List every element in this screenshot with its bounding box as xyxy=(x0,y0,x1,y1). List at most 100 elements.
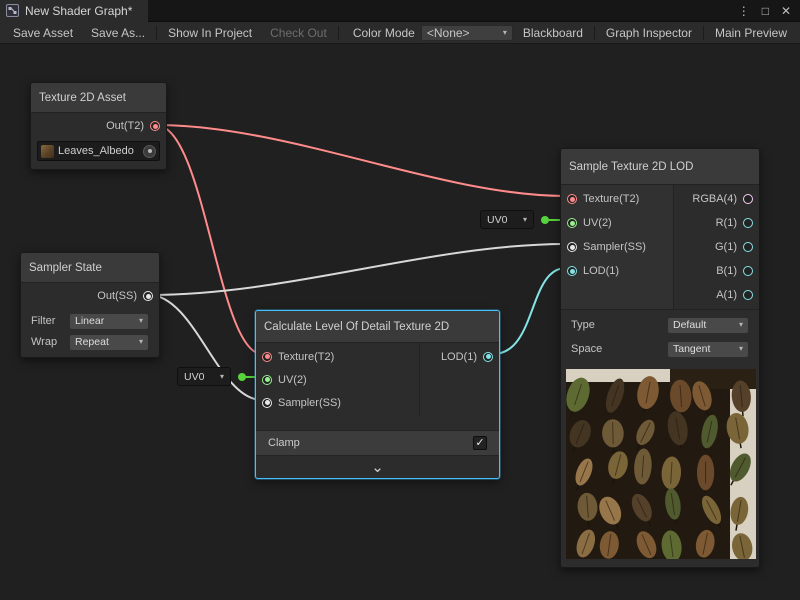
filter-value: Linear xyxy=(75,315,104,327)
port-in-sampler[interactable] xyxy=(567,242,577,252)
close-icon[interactable]: ✕ xyxy=(781,4,791,18)
port-row-rgba: RGBA(4) xyxy=(674,187,759,211)
toolbar: Save Asset Save As... Show In Project Ch… xyxy=(0,22,800,44)
node-texture2d-asset[interactable]: Texture 2D Asset Out(T2) Leaves_Albedo xyxy=(30,82,167,170)
port-row-texture: Texture(T2) xyxy=(256,345,419,368)
port-row-out-ss: Out(SS) xyxy=(21,283,159,309)
port-out-g[interactable] xyxy=(743,242,753,252)
type-row: Type Default ▾ xyxy=(561,313,759,337)
main-preview-button[interactable]: Main Preview xyxy=(706,22,796,44)
chevron-down-icon: ▾ xyxy=(220,373,224,381)
chevron-down-icon: ▾ xyxy=(139,317,143,325)
collapse-button[interactable]: ⌄ xyxy=(256,456,499,478)
port-label: Sampler(SS) xyxy=(583,241,646,253)
node-title: Sampler State xyxy=(21,253,159,283)
titlebar: New Shader Graph* ⋮ □ ✕ xyxy=(0,0,800,22)
wrap-dropdown[interactable]: Repeat ▾ xyxy=(69,334,149,351)
port-label: A(1) xyxy=(716,289,737,301)
chevron-down-icon: ▾ xyxy=(139,338,143,346)
space-label: Space xyxy=(571,343,667,355)
wire-texture-to-sample-node[interactable] xyxy=(156,125,566,196)
port-label: B(1) xyxy=(716,265,737,277)
graph-canvas[interactable]: Texture 2D Asset Out(T2) Leaves_Albedo S… xyxy=(0,44,800,600)
object-picker-icon[interactable] xyxy=(143,145,156,158)
wire-lod-to-sample-node[interactable] xyxy=(493,268,566,354)
port-row-b: B(1) xyxy=(674,259,759,283)
show-in-project-button[interactable]: Show In Project xyxy=(159,22,261,44)
node-preview xyxy=(566,369,756,559)
port-in-texture[interactable] xyxy=(567,194,577,204)
port-in-texture[interactable] xyxy=(262,352,272,362)
uv-default-connector xyxy=(541,216,549,224)
port-in-lod[interactable] xyxy=(567,266,577,276)
port-row-sampler: Sampler(SS) xyxy=(256,391,419,414)
chevron-down-icon: ▾ xyxy=(739,321,743,329)
color-mode-value: <None> xyxy=(427,26,470,40)
port-label: Sampler(SS) xyxy=(278,397,341,409)
filter-label: Filter xyxy=(31,315,69,327)
port-row-g: G(1) xyxy=(674,235,759,259)
port-label: G(1) xyxy=(715,241,737,253)
port-label: Out(SS) xyxy=(97,290,137,302)
window-tab[interactable]: New Shader Graph* xyxy=(0,0,148,22)
graph-inspector-button[interactable]: Graph Inspector xyxy=(597,22,701,44)
wire-sampler-to-sample-node[interactable] xyxy=(149,244,566,295)
port-row-texture: Texture(T2) xyxy=(561,187,673,211)
port-row-r: R(1) xyxy=(674,211,759,235)
port-in-uv[interactable] xyxy=(262,375,272,385)
type-label: Type xyxy=(571,319,667,331)
uv-default-connector xyxy=(238,373,246,381)
port-row-a: A(1) xyxy=(674,283,759,307)
texture-object-field[interactable]: Leaves_Albedo xyxy=(37,141,160,161)
chevron-down-icon: ⌄ xyxy=(371,458,384,476)
port-label: UV(2) xyxy=(583,217,612,229)
color-mode-dropdown[interactable]: <None> ▾ xyxy=(421,25,513,41)
port-row-sampler: Sampler(SS) xyxy=(561,235,673,259)
space-row: Space Tangent ▾ xyxy=(561,337,759,361)
wire-texture-to-calculate-node[interactable] xyxy=(156,125,262,354)
wrap-row: Wrap Repeat ▾ xyxy=(21,333,159,357)
menu-icon[interactable]: ⋮ xyxy=(738,4,750,18)
port-label: Texture(T2) xyxy=(278,351,334,363)
port-row-uv: UV(2) xyxy=(256,368,419,391)
port-row-lod: LOD(1) xyxy=(561,259,673,283)
port-out-lod[interactable] xyxy=(483,352,493,362)
port-label: Out(T2) xyxy=(106,120,144,132)
port-label: Texture(T2) xyxy=(583,193,639,205)
toolbar-separator xyxy=(156,26,157,40)
color-mode-label: Color Mode xyxy=(341,26,421,40)
texture-thumbnail-icon xyxy=(41,145,54,158)
node-calculate-lod[interactable]: Calculate Level Of Detail Texture 2D Tex… xyxy=(255,310,500,479)
filter-dropdown[interactable]: Linear ▾ xyxy=(69,313,149,330)
port-out-ss[interactable] xyxy=(143,291,153,301)
port-out-a[interactable] xyxy=(743,290,753,300)
filter-row: Filter Linear ▾ xyxy=(21,309,159,333)
uv-slot-value: UV0 xyxy=(184,371,204,383)
port-label: RGBA(4) xyxy=(692,193,737,205)
space-dropdown[interactable]: Tangent ▾ xyxy=(667,341,749,358)
port-out-rgba[interactable] xyxy=(743,194,753,204)
save-asset-button[interactable]: Save Asset xyxy=(4,22,82,44)
uv-slot-dropdown-calculate[interactable]: UV0 ▾ xyxy=(177,367,231,386)
port-out-r[interactable] xyxy=(743,218,753,228)
uv-slot-dropdown-sample[interactable]: UV0 ▾ xyxy=(480,210,534,229)
port-row-lod-out: LOD(1) xyxy=(420,345,499,368)
chevron-down-icon: ▾ xyxy=(523,216,527,224)
port-in-sampler[interactable] xyxy=(262,398,272,408)
save-as-button[interactable]: Save As... xyxy=(82,22,154,44)
maximize-icon[interactable]: □ xyxy=(762,4,769,18)
type-dropdown[interactable]: Default ▾ xyxy=(667,317,749,334)
port-out-t2[interactable] xyxy=(150,121,160,131)
chevron-down-icon: ▾ xyxy=(739,345,743,353)
wrap-value: Repeat xyxy=(75,336,109,348)
node-sample-texture-lod[interactable]: Sample Texture 2D LOD Texture(T2) UV(2) … xyxy=(560,148,760,568)
texture-preview-image xyxy=(566,369,756,559)
check-out-button: Check Out xyxy=(261,22,336,44)
node-sampler-state[interactable]: Sampler State Out(SS) Filter Linear ▾ Wr… xyxy=(20,252,160,358)
window-controls: ⋮ □ ✕ xyxy=(738,4,800,18)
port-out-b[interactable] xyxy=(743,266,753,276)
clamp-checkbox[interactable]: ✓ xyxy=(473,436,487,450)
shader-graph-icon xyxy=(6,4,19,17)
blackboard-button[interactable]: Blackboard xyxy=(514,22,592,44)
port-in-uv[interactable] xyxy=(567,218,577,228)
